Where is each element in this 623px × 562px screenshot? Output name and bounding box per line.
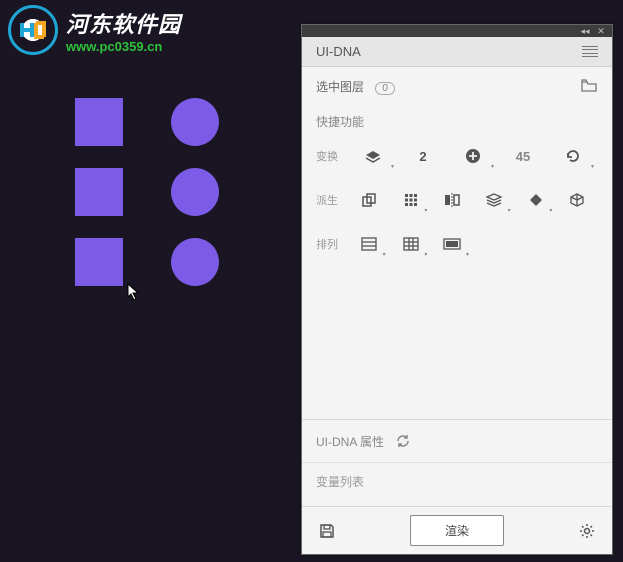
derive-mirror-button[interactable] (431, 184, 473, 216)
watermark-title: 河东软件园 (66, 7, 181, 39)
transform-rotate-button[interactable]: ▾ (548, 140, 598, 172)
transform-layers-button[interactable]: ▾ (348, 140, 398, 172)
canvas-area[interactable] (0, 0, 300, 562)
shape-square[interactable] (75, 238, 123, 286)
watermark-logo (8, 5, 58, 55)
properties-header: UI-DNA 属性 (302, 420, 612, 462)
arrange-label: 排列 (316, 236, 348, 252)
watermark: 河东软件园 www.pc0359.cn (8, 5, 181, 55)
transform-value-45[interactable]: 45 (498, 140, 548, 172)
transform-value-2[interactable]: 2 (398, 140, 448, 172)
derive-grid-button[interactable]: ▾ (390, 184, 432, 216)
properties-label: UI-DNA 属性 (316, 433, 384, 450)
shape-square[interactable] (75, 168, 123, 216)
selected-layer-count: 0 (375, 82, 395, 95)
derive-cube-button[interactable] (556, 184, 598, 216)
panel-tab-title[interactable]: UI-DNA (316, 44, 361, 59)
quick-functions-label: 快捷功能 (302, 105, 612, 134)
derive-copy-button[interactable] (348, 184, 390, 216)
derive-label: 派生 (316, 192, 348, 208)
render-button[interactable]: 渲染 (410, 515, 504, 546)
arrange-row: 排列 ▾ ▾ ▾ (302, 222, 612, 266)
arrange-grid-button[interactable]: ▾ (390, 228, 432, 260)
transform-row: 变换 ▾ 2 ▾ 45 ▾ (302, 134, 612, 178)
derive-row: 派生 ▾ ▾ ▾ (302, 178, 612, 222)
settings-icon[interactable] (576, 523, 598, 539)
panel-footer: 渲染 (302, 506, 612, 554)
save-icon[interactable] (316, 523, 338, 539)
close-icon[interactable]: ✕ (596, 26, 606, 36)
ui-dna-panel: ◂◂ ✕ UI-DNA 选中图层 0 快捷功能 变换 (301, 24, 613, 555)
arrange-table-button[interactable]: ▾ (348, 228, 390, 260)
shape-circle[interactable] (171, 238, 219, 286)
panel-chrome: ◂◂ ✕ (302, 25, 612, 37)
derive-diamond-button[interactable]: ▾ (515, 184, 557, 216)
cursor-icon (127, 283, 141, 301)
folder-icon[interactable] (580, 77, 598, 95)
watermark-url: www.pc0359.cn (66, 39, 181, 54)
collapse-icon[interactable]: ◂◂ (580, 26, 590, 36)
shape-circle[interactable] (171, 98, 219, 146)
arrange-fit-button[interactable]: ▾ (431, 228, 473, 260)
variable-list-label: 变量列表 (302, 462, 612, 506)
shape-square[interactable] (75, 98, 123, 146)
panel-tab-bar: UI-DNA (302, 37, 612, 67)
derive-stack-button[interactable]: ▾ (473, 184, 515, 216)
transform-add-button[interactable]: ▾ (448, 140, 498, 172)
panel-menu-icon[interactable] (582, 46, 598, 58)
selected-layer-label: 选中图层 (316, 80, 364, 94)
shape-circle[interactable] (171, 168, 219, 216)
refresh-icon[interactable] (394, 432, 412, 450)
transform-label: 变换 (316, 148, 348, 164)
